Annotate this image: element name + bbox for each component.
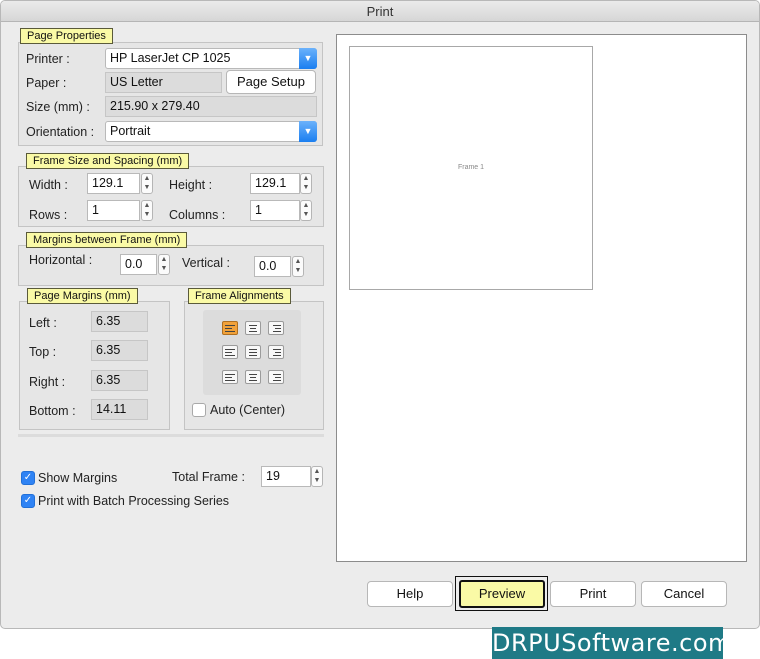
height-label: Height : — [169, 178, 213, 192]
watermark-logo: DRPUSoftware.com — [492, 627, 732, 659]
left-margin-label: Left : — [29, 316, 57, 330]
align-top-right-button[interactable] — [268, 321, 284, 335]
cancel-button[interactable]: Cancel — [641, 581, 727, 607]
rows-stepper[interactable]: ▲ ▼ — [141, 200, 153, 221]
orientation-select-value: Portrait — [110, 124, 151, 138]
preview-button[interactable]: Preview — [459, 580, 545, 608]
help-button[interactable]: Help — [367, 581, 453, 607]
align-bottom-right-button[interactable] — [268, 370, 284, 384]
size-label: Size (mm) : — [26, 100, 90, 114]
align-bottom-left-button[interactable] — [222, 370, 238, 384]
align-top-left-button[interactable] — [222, 321, 238, 335]
print-dialog: Print Page Properties Printer : HP Laser… — [0, 0, 760, 629]
batch-processing-checkbox[interactable]: ✓ — [21, 494, 35, 508]
columns-stepper[interactable]: ▲ ▼ — [300, 200, 312, 221]
horizontal-stepper[interactable]: ▲ ▼ — [158, 254, 170, 275]
window-title: Print — [1, 1, 759, 22]
paper-label: Paper : — [26, 76, 67, 90]
frame-size-legend: Frame Size and Spacing (mm) — [26, 153, 190, 169]
align-top-center-button[interactable] — [245, 321, 261, 335]
auto-center-checkbox[interactable] — [192, 403, 206, 417]
width-label: Width : — [29, 178, 68, 192]
top-margin-field: 6.35 — [91, 340, 148, 361]
columns-input[interactable]: 1 — [250, 200, 300, 221]
total-frame-input[interactable]: 19 — [261, 466, 311, 487]
rows-input[interactable]: 1 — [87, 200, 140, 221]
bottom-margin-field: 14.11 — [91, 399, 148, 420]
vertical-label: Vertical : — [182, 256, 230, 270]
page-setup-button[interactable]: Page Setup — [226, 70, 316, 94]
align-middle-right-button[interactable] — [268, 345, 284, 359]
page-margins-legend: Page Margins (mm) — [27, 288, 138, 304]
chevron-down-icon[interactable]: ▼ — [299, 48, 317, 69]
orientation-select[interactable]: Portrait ▼ — [105, 121, 317, 142]
vertical-input[interactable]: 0.0 — [254, 256, 291, 277]
show-margins-checkbox[interactable]: ✓ — [21, 471, 35, 485]
chevron-down-icon[interactable]: ▼ — [299, 121, 317, 142]
columns-label: Columns : — [169, 208, 226, 222]
batch-processing-label: Print with Batch Processing Series — [38, 494, 230, 508]
align-bottom-center-button[interactable] — [245, 370, 261, 384]
preview-page: Frame 1 — [349, 46, 593, 290]
right-margin-field: 6.35 — [91, 370, 148, 391]
section-divider — [18, 434, 324, 437]
paper-field: US Letter — [105, 72, 222, 93]
total-frame-label: Total Frame : — [172, 470, 245, 484]
width-input[interactable]: 129.1 — [87, 173, 140, 194]
align-middle-left-button[interactable] — [222, 345, 238, 359]
print-button[interactable]: Print — [550, 581, 636, 607]
horizontal-label: Horizontal : — [29, 253, 93, 267]
total-frame-stepper[interactable]: ▲ ▼ — [311, 466, 323, 487]
height-stepper[interactable]: ▲ ▼ — [300, 173, 312, 194]
rows-label: Rows : — [29, 208, 68, 222]
align-middle-center-button[interactable] — [245, 345, 261, 359]
print-preview-area: Frame 1 — [336, 34, 747, 562]
left-margin-field: 6.35 — [91, 311, 148, 332]
width-stepper[interactable]: ▲ ▼ — [141, 173, 153, 194]
frame-alignments-legend: Frame Alignments — [188, 288, 291, 304]
printer-label: Printer : — [26, 52, 70, 66]
show-margins-label: Show Margins — [38, 471, 118, 485]
orientation-label: Orientation : — [26, 125, 95, 139]
bottom-margin-label: Bottom : — [29, 404, 76, 418]
auto-center-label: Auto (Center) — [210, 403, 286, 417]
page-properties-legend: Page Properties — [20, 28, 113, 44]
printer-select-value: HP LaserJet CP 1025 — [110, 51, 231, 65]
horizontal-input[interactable]: 0.0 — [120, 254, 157, 275]
margins-between-legend: Margins between Frame (mm) — [26, 232, 188, 248]
top-margin-label: Top : — [29, 345, 57, 359]
frame-label: Frame 1 — [457, 164, 485, 171]
printer-select[interactable]: HP LaserJet CP 1025 ▼ — [105, 48, 317, 69]
vertical-stepper[interactable]: ▲ ▼ — [292, 256, 304, 277]
height-input[interactable]: 129.1 — [250, 173, 300, 194]
size-field: 215.90 x 279.40 — [105, 96, 317, 117]
right-margin-label: Right : — [29, 375, 66, 389]
